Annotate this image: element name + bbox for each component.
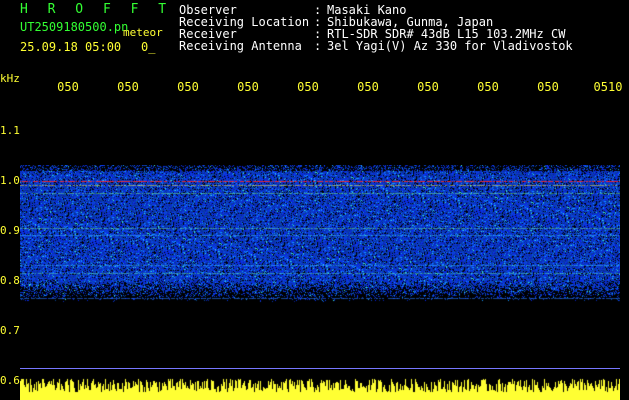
info-label-antenna: Receiving Antenna [179,39,302,53]
count-label: 0_ [141,40,156,54]
freq-tick-0-8: 0.8 [0,274,20,287]
brand-title: H R O F F T [20,2,173,17]
time-tick-3: 050 [177,80,199,94]
freq-tick-1-1: 1.1 [0,124,20,137]
time-tick-2: 050 [117,80,139,94]
filename-label: UT2509180500.pn [20,20,129,34]
time-tick-10: 0510 [593,80,623,94]
spectrogram-noise-band [20,165,620,305]
freq-tick-0-6: 0.6 [0,374,20,387]
info-sep-antenna: : [314,39,322,53]
freq-tick-0-9: 0.9 [0,224,20,237]
time-tick-1: 050 [57,80,79,94]
time-tick-9: 050 [537,80,559,94]
time-tick-4: 050 [237,80,259,94]
freq-tick-1-0: 1.0 [0,174,20,187]
signal-level-trace [20,374,620,400]
datetime-label: 25.09.18 05:00 [20,40,122,54]
info-value-antenna: 3el Yagi(V) Az 330 for Vladivostok [327,39,573,53]
time-tick-6: 050 [357,80,379,94]
baseline-axis [20,368,620,369]
time-tick-7: 050 [417,80,439,94]
freq-tick-0-7: 0.7 [0,324,20,337]
y-unit-label: kHz [0,72,20,85]
time-tick-8: 050 [477,80,499,94]
meteor-label: meteor [123,26,163,39]
time-tick-5: 050 [297,80,319,94]
